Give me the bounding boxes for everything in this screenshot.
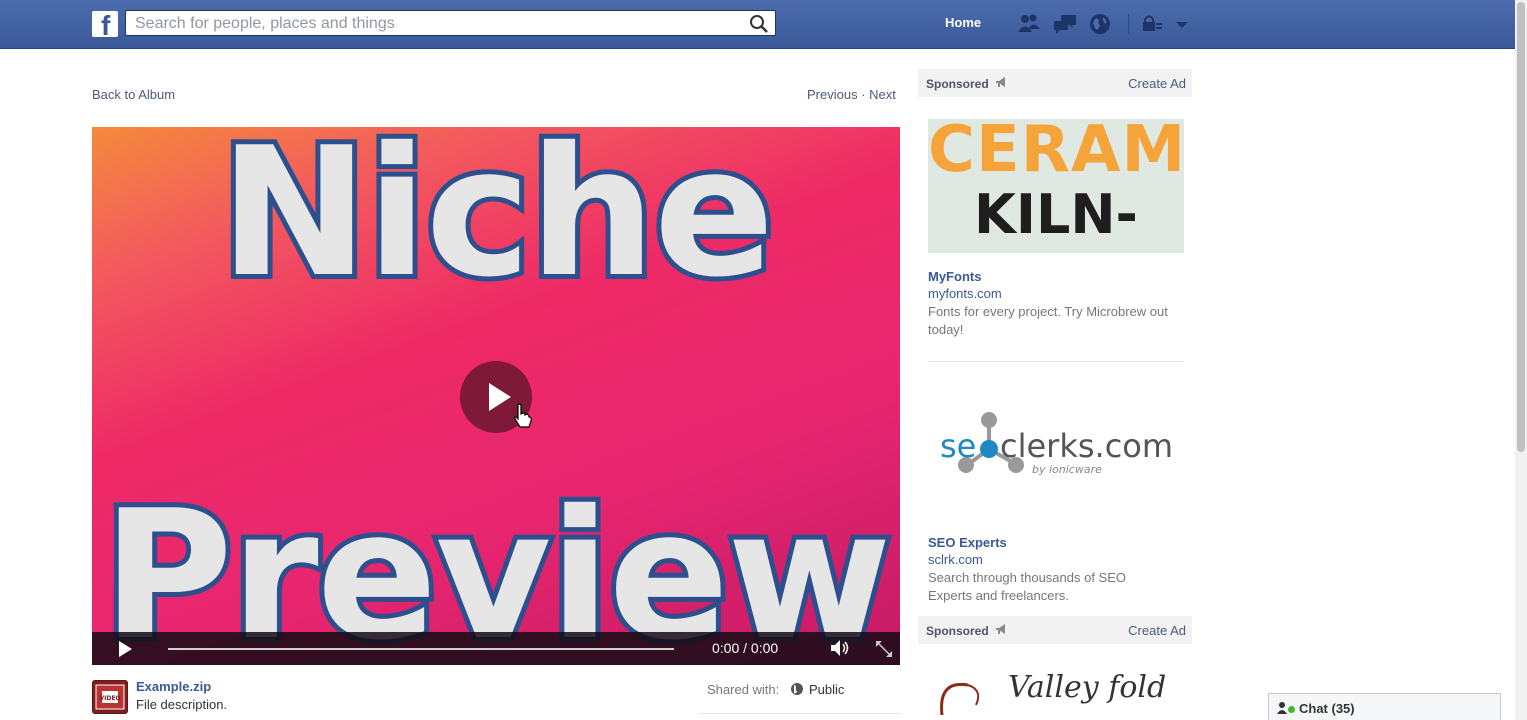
chat-label: Chat (35) — [1299, 701, 1355, 716]
notifications-globe-icon[interactable] — [1087, 12, 1113, 36]
ad-text-myfonts: Fonts for every project. Try Microbrew o… — [928, 304, 1168, 337]
ad-divider — [928, 361, 1184, 362]
file-description: File description. — [136, 697, 228, 712]
ad-image-text-1: CERAMIC — [928, 119, 1184, 187]
pager-separator: · — [861, 87, 866, 102]
public-globe-icon[interactable] — [790, 682, 804, 696]
svg-text:VIDEO: VIDEO — [99, 695, 120, 702]
chat-person-icon — [1277, 702, 1287, 714]
scrollbar-thumb[interactable] — [1517, 2, 1525, 452]
myfonts-ad-image[interactable]: CERAMIC KILN-FIRED — [928, 119, 1184, 253]
top-bar: f Home — [0, 0, 1515, 49]
video-progress-bar[interactable] — [168, 648, 674, 650]
svg-text:se: se — [940, 427, 976, 465]
divider — [700, 713, 900, 714]
fullscreen-icon[interactable] — [875, 640, 893, 658]
home-link[interactable]: Home — [945, 15, 981, 30]
video-title-line-1: Niche — [215, 127, 780, 321]
topbar-separator — [1128, 14, 1129, 34]
privacy-shortcuts-icon[interactable] — [1140, 12, 1166, 36]
back-to-album-link[interactable]: Back to Album — [92, 87, 175, 102]
video-file-icon[interactable]: VIDEO — [92, 680, 128, 714]
volume-icon[interactable] — [830, 639, 852, 657]
file-name-link[interactable]: Example.zip — [136, 679, 211, 694]
hand-cursor-icon — [514, 403, 532, 428]
next-link[interactable]: Next — [869, 87, 896, 102]
previous-link[interactable]: Previous — [807, 87, 858, 102]
search-box — [125, 10, 776, 36]
search-icon[interactable] — [749, 14, 769, 34]
online-status-dot — [1288, 706, 1295, 713]
shared-with-value[interactable]: Public — [809, 682, 844, 697]
ad-title-myfonts[interactable]: MyFonts — [928, 269, 981, 284]
ad-domain-myfonts[interactable]: myfonts.com — [928, 286, 1002, 301]
create-ad-link-2[interactable]: Create Ad — [1128, 623, 1186, 638]
messages-icon[interactable] — [1052, 12, 1078, 36]
video-player[interactable]: Niche Preview 0:00 / 0:00 — [92, 127, 900, 665]
sponsored-label: Sponsored — [926, 77, 989, 91]
shared-with-label: Shared with: — [707, 682, 780, 697]
megaphone-icon — [996, 77, 1005, 87]
valley-fold-logo[interactable]: Valley fold — [928, 665, 1184, 720]
page-scrollbar[interactable] — [1515, 0, 1527, 720]
search-input[interactable] — [133, 14, 737, 34]
facebook-logo[interactable]: f — [92, 11, 118, 37]
sponsored-header-2: Sponsored Create Ad — [918, 616, 1192, 644]
svg-text:clerks.com: clerks.com — [1000, 427, 1173, 465]
ad-domain-seo[interactable]: sclrk.com — [928, 552, 983, 567]
svg-text:Valley fold: Valley fold — [1008, 670, 1166, 705]
ad-title-seo[interactable]: SEO Experts — [928, 535, 1007, 550]
account-dropdown-icon[interactable] — [1170, 12, 1196, 36]
photo-pager: Previous · Next — [807, 87, 896, 102]
control-play-icon[interactable] — [118, 641, 132, 657]
svg-text:by ionicware: by ionicware — [1032, 463, 1102, 476]
ad-text-seo: Search through thousands of SEO Experts … — [928, 570, 1127, 603]
friend-requests-icon[interactable] — [1016, 12, 1042, 36]
create-ad-link[interactable]: Create Ad — [1128, 76, 1186, 91]
chat-bar[interactable]: Chat (35) — [1268, 693, 1501, 720]
megaphone-icon — [996, 624, 1005, 634]
sponsored-header: Sponsored Create Ad — [918, 69, 1192, 97]
video-controls: 0:00 / 0:00 — [92, 632, 900, 665]
ad-image-text-2: KILN-FIRED — [966, 183, 1146, 253]
seoclerks-logo[interactable]: se clerks.com by ionicware — [928, 405, 1184, 485]
video-time: 0:00 / 0:00 — [712, 640, 779, 656]
sponsored-label-2: Sponsored — [926, 624, 989, 638]
